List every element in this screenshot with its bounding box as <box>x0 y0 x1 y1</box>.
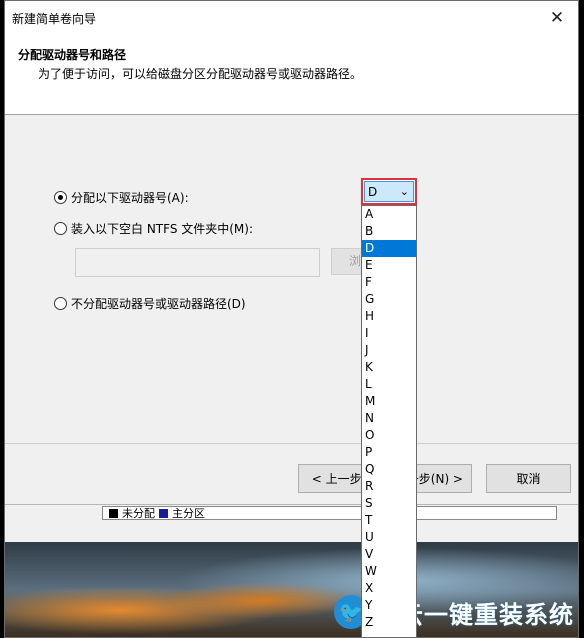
drive-letter-value: D <box>368 184 378 199</box>
drive-letter-option[interactable]: Z <box>362 614 416 631</box>
unallocated-swatch-icon <box>109 508 118 518</box>
drive-letter-option[interactable]: L <box>362 376 416 393</box>
drive-letter-dropdown[interactable]: ABDEFGHIJKLMNOPQRSTUVWXYZ <box>361 205 417 638</box>
drive-letter-option[interactable]: D <box>362 240 416 257</box>
drive-letter-option[interactable]: V <box>362 546 416 563</box>
drive-letter-option[interactable]: G <box>362 291 416 308</box>
drive-letter-option[interactable]: T <box>362 512 416 529</box>
drive-letter-option[interactable]: Q <box>362 461 416 478</box>
radio-mount-folder-label: 装入以下空白 NTFS 文件夹中(M): <box>71 222 254 236</box>
drive-letter-option[interactable]: N <box>362 410 416 427</box>
disk-legend: 未分配 主分区 <box>102 506 557 520</box>
radio-assign-letter[interactable]: 分配以下驱动器号(A): <box>54 189 189 206</box>
legend-unallocated: 未分配 <box>122 507 155 520</box>
drive-letter-option[interactable]: I <box>362 325 416 342</box>
radio-no-assign-label: 不分配驱动器号或驱动器路径(D) <box>71 297 246 311</box>
primary-swatch-icon <box>159 508 168 518</box>
drive-letter-option[interactable]: M <box>362 393 416 410</box>
drive-letter-option[interactable]: X <box>362 580 416 597</box>
radio-checked-icon[interactable] <box>54 191 67 204</box>
drive-letter-option[interactable]: W <box>362 563 416 580</box>
drive-letter-select-box[interactable]: D ⌄ <box>364 181 414 202</box>
drive-letter-option[interactable]: S <box>362 495 416 512</box>
close-icon[interactable]: ✕ <box>542 5 572 31</box>
drive-letter-select[interactable]: D ⌄ <box>361 178 417 205</box>
cancel-button[interactable]: 取消 <box>486 464 571 493</box>
folder-path-input[interactable] <box>75 248 320 277</box>
radio-unchecked-icon[interactable] <box>54 222 67 235</box>
drive-letter-option[interactable]: H <box>362 308 416 325</box>
radio-assign-letter-label: 分配以下驱动器号(A): <box>71 191 189 205</box>
drive-letter-option[interactable]: J <box>362 342 416 359</box>
footer-divider <box>5 443 578 444</box>
radio-unchecked-icon[interactable] <box>54 297 67 310</box>
page-title: 分配驱动器号和路径 <box>18 48 127 62</box>
drive-letter-option[interactable]: A <box>362 206 416 223</box>
drive-letter-option[interactable]: U <box>362 529 416 546</box>
drive-letter-option[interactable]: Y <box>362 597 416 614</box>
radio-no-assign[interactable]: 不分配驱动器号或驱动器路径(D) <box>54 295 246 312</box>
wizard-header: 分配驱动器号和路径 为了便于访问，可以给磁盘分区分配驱动器号或驱动器路径。 <box>5 35 578 115</box>
chevron-down-icon[interactable]: ⌄ <box>400 186 409 197</box>
disk-legend-strip: 未分配 主分区 <box>5 504 578 542</box>
title-bar: 新建简单卷向导 ✕ <box>5 1 578 35</box>
drive-letter-option[interactable]: K <box>362 359 416 376</box>
drive-letter-option[interactable]: F <box>362 274 416 291</box>
page-subtitle: 为了便于访问，可以给磁盘分区分配驱动器号或驱动器路径。 <box>38 67 363 81</box>
drive-letter-option[interactable]: E <box>362 257 416 274</box>
legend-primary: 主分区 <box>172 507 205 520</box>
window-title: 新建简单卷向导 <box>12 12 97 26</box>
new-simple-volume-wizard: 新建简单卷向导 ✕ 分配驱动器号和路径 为了便于访问，可以给磁盘分区分配驱动器号… <box>4 0 579 638</box>
drive-letter-option[interactable]: B <box>362 223 416 240</box>
radio-mount-folder[interactable]: 装入以下空白 NTFS 文件夹中(M): <box>54 220 253 237</box>
drive-letter-option[interactable]: P <box>362 444 416 461</box>
drive-letter-option[interactable]: O <box>362 427 416 444</box>
drive-letter-option[interactable]: R <box>362 478 416 495</box>
